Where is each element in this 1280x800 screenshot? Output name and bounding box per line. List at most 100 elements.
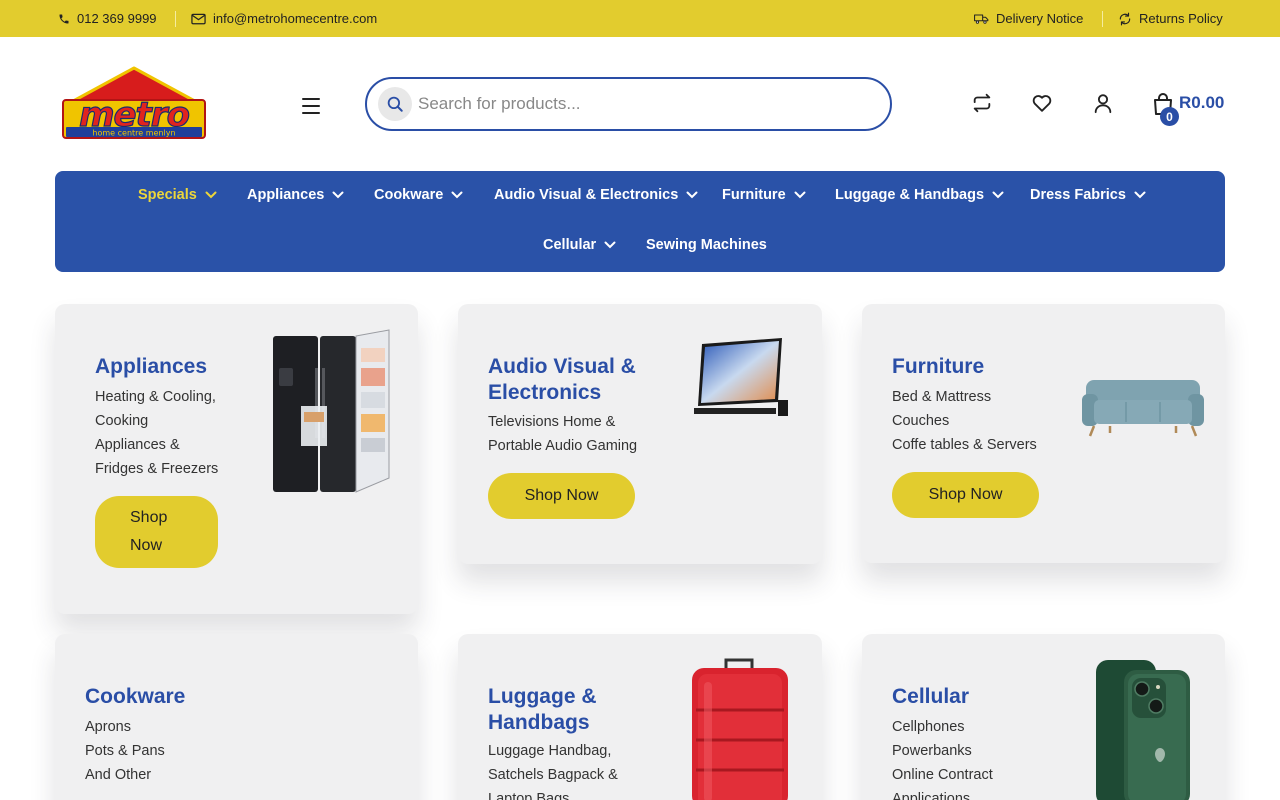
main-navigation: Specials Appliances Cookware Audio Visua… [55, 171, 1225, 272]
card-line: Aprons [85, 719, 131, 735]
card-line: Powerbanks [892, 743, 972, 759]
category-card-furniture: Furniture Bed & Mattress Couches Coffe t… [862, 304, 1225, 563]
compare-icon[interactable] [970, 91, 994, 115]
card-line: Heating & Cooling, [95, 389, 216, 405]
card-line: Fridges & Freezers [95, 461, 219, 477]
card-line: Applications [892, 791, 971, 800]
hamburger-menu-icon[interactable] [302, 94, 326, 118]
category-card-appliances: Appliances Heating & Cooling, Cooking Ap… [55, 304, 418, 614]
smartphone-image [1094, 656, 1194, 800]
topbar-divider [175, 11, 176, 27]
card-title-line: Luggage & [488, 685, 597, 708]
delivery-notice-label: Delivery Notice [996, 11, 1084, 26]
card-title: Cellular [892, 685, 970, 708]
top-bar: 012 369 9999 info@metrohomecentre.com De… [0, 0, 1280, 37]
wishlist-heart-icon[interactable] [1030, 91, 1054, 115]
chevron-down-icon [992, 191, 1004, 199]
nav-item-label: Specials [138, 187, 197, 203]
card-description: Heating & Cooling, Cooking Appliances & … [95, 385, 218, 481]
chevron-down-icon [332, 191, 344, 199]
shop-now-button[interactable]: Shop Now [95, 496, 218, 568]
search-bar [365, 77, 892, 131]
nav-item-dress-fabrics[interactable]: Dress Fabrics [1030, 187, 1146, 203]
card-title: Cookware [85, 685, 186, 708]
card-description: Aprons Pots & Pans And Other [85, 715, 165, 787]
nav-item-label: Sewing Machines [646, 237, 767, 253]
search-icon[interactable] [378, 87, 412, 121]
card-line: Laptop Bags [488, 791, 570, 800]
cart-button[interactable]: 0 R0.00 [1150, 88, 1230, 126]
nav-item-label: Audio Visual & Electronics [494, 187, 679, 203]
truck-icon [974, 13, 989, 25]
category-card-cookware: Cookware Aprons Pots & Pans And Other [55, 634, 418, 800]
refresh-icon [1118, 12, 1132, 26]
card-line: Televisions Home & [488, 414, 616, 430]
nav-item-label: Appliances [247, 187, 325, 203]
category-card-luggage: Luggage & Handbags Luggage Handbag, Satc… [458, 634, 822, 800]
category-card-audio-visual: Audio Visual & Electronics Televisions H… [458, 304, 822, 564]
returns-policy-link[interactable]: Returns Policy [1118, 0, 1223, 37]
card-line: And Other [85, 767, 152, 783]
shop-now-button[interactable]: Shop Now [488, 473, 635, 519]
card-title-line: Electronics [488, 381, 602, 404]
logo-subtitle: home centre menlyn [92, 129, 175, 138]
card-title-line: Audio Visual & [488, 355, 636, 378]
email-link[interactable]: info@metrohomecentre.com [191, 0, 377, 37]
nav-item-sewing-machines[interactable]: Sewing Machines [646, 237, 767, 253]
nav-item-cellular[interactable]: Cellular [543, 237, 616, 253]
nav-item-label: Cookware [374, 187, 444, 203]
card-title: Luggage & Handbags [488, 684, 597, 736]
card-description: Luggage Handbag, Satchels Bagpack & Lapt… [488, 739, 618, 800]
nav-item-audio-visual[interactable]: Audio Visual & Electronics [494, 187, 698, 203]
card-description: Televisions Home & Portable Audio Gaming [488, 410, 637, 458]
card-line: Bed & Mattress [892, 389, 992, 405]
shop-now-button[interactable]: Shop Now [892, 472, 1039, 518]
card-description: Bed & Mattress Couches Coffe tables & Se… [892, 385, 1037, 457]
phone-icon [58, 13, 70, 25]
card-line: Couches [892, 413, 950, 429]
nav-item-label: Luggage & Handbags [835, 187, 985, 203]
delivery-notice-link[interactable]: Delivery Notice [974, 0, 1083, 37]
button-label: Now [130, 537, 163, 554]
chevron-down-icon [604, 241, 616, 249]
user-account-icon[interactable] [1091, 91, 1115, 115]
nav-item-label: Cellular [543, 237, 597, 253]
category-card-cellular: Cellular Cellphones Powerbanks Online Co… [862, 634, 1225, 800]
couch-image [1080, 376, 1206, 443]
search-input[interactable] [418, 94, 858, 114]
cart-total: R0.00 [1179, 93, 1225, 112]
card-line: Coffe tables & Servers [892, 437, 1037, 453]
card-description: Cellphones Powerbanks Online Contract Ap… [892, 715, 993, 800]
suitcase-image [688, 658, 792, 800]
card-line: Luggage Handbag, [488, 743, 612, 759]
card-line: Portable Audio Gaming [488, 438, 638, 454]
chevron-down-icon [205, 191, 217, 199]
nav-item-specials[interactable]: Specials [138, 187, 217, 203]
television-image [692, 336, 792, 425]
phone-link[interactable]: 012 369 9999 [58, 0, 157, 37]
card-line: Cellphones [892, 719, 965, 735]
chevron-down-icon [451, 191, 463, 199]
card-title: Appliances [95, 355, 208, 378]
card-line: Online Contract [892, 767, 993, 783]
button-label: Shop [130, 509, 168, 526]
card-line: Pots & Pans [85, 743, 165, 759]
chevron-down-icon [794, 191, 806, 199]
nav-item-appliances[interactable]: Appliances [247, 187, 344, 203]
nav-item-luggage[interactable]: Luggage & Handbags [835, 187, 1004, 203]
card-line: Appliances & [95, 437, 180, 453]
fridge-image [271, 328, 391, 499]
nav-item-label: Furniture [722, 187, 786, 203]
chevron-down-icon [1134, 191, 1146, 199]
card-line: Satchels Bagpack & [488, 767, 618, 783]
site-logo[interactable]: metro home centre menlyn [60, 66, 208, 140]
email-address: info@metrohomecentre.com [213, 11, 378, 26]
mail-icon [191, 13, 206, 25]
card-title-line: Handbags [488, 711, 590, 734]
topbar-divider [1102, 11, 1103, 27]
cart-count-badge: 0 [1160, 107, 1179, 126]
nav-item-furniture[interactable]: Furniture [722, 187, 806, 203]
nav-item-label: Dress Fabrics [1030, 187, 1126, 203]
nav-item-cookware[interactable]: Cookware [374, 187, 463, 203]
card-line: Cooking [95, 413, 149, 429]
